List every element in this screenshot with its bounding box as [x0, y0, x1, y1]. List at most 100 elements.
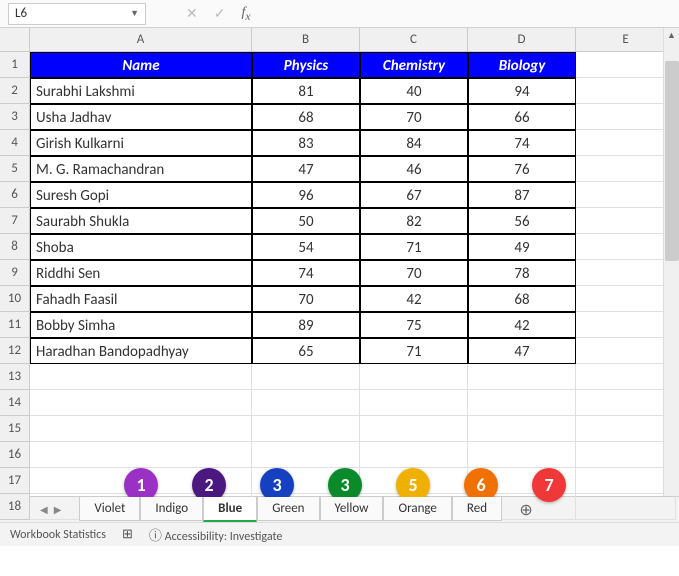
cell-D12[interactable]: 47: [468, 338, 576, 364]
name-box[interactable]: L6 ▼: [8, 3, 146, 25]
sheet-tab-violet[interactable]: Violet: [79, 497, 140, 521]
chevron-down-icon[interactable]: ▼: [130, 8, 139, 19]
cell-D4[interactable]: 74: [468, 130, 576, 156]
cell-C3[interactable]: 70: [360, 104, 468, 130]
cell-B16[interactable]: [252, 442, 360, 468]
cell-B12[interactable]: 65: [252, 338, 360, 364]
cell-B13[interactable]: [252, 364, 360, 390]
cell-E3[interactable]: [576, 104, 676, 130]
cell-B3[interactable]: 68: [252, 104, 360, 130]
cell-D15[interactable]: [468, 416, 576, 442]
cell-A8[interactable]: Shoba: [30, 234, 252, 260]
cell-B5[interactable]: 47: [252, 156, 360, 182]
cell-E4[interactable]: [576, 130, 676, 156]
cell-D5[interactable]: 76: [468, 156, 576, 182]
cell-A1[interactable]: Name: [30, 52, 252, 78]
cell-A4[interactable]: Girish Kulkarni: [30, 130, 252, 156]
column-header-A[interactable]: A: [30, 28, 252, 52]
cell-A5[interactable]: M. G. Ramachandran: [30, 156, 252, 182]
row-header-2[interactable]: 2: [0, 78, 30, 104]
cell-E18[interactable]: [576, 494, 676, 520]
column-header-B[interactable]: B: [252, 28, 360, 52]
display-settings-icon[interactable]: ⊞: [122, 527, 133, 542]
row-header-9[interactable]: 9: [0, 260, 30, 286]
sheet-tab-indigo[interactable]: Indigo: [140, 497, 203, 521]
cell-B9[interactable]: 74: [252, 260, 360, 286]
cell-A13[interactable]: [30, 364, 252, 390]
cell-B6[interactable]: 96: [252, 182, 360, 208]
cell-A10[interactable]: Fahadh Faasil: [30, 286, 252, 312]
workbook-statistics[interactable]: Workbook Statistics: [10, 528, 106, 542]
cell-E2[interactable]: [576, 78, 676, 104]
row-header-17[interactable]: 17: [0, 468, 30, 494]
cell-E12[interactable]: [576, 338, 676, 364]
cell-D2[interactable]: 94: [468, 78, 576, 104]
row-header-8[interactable]: 8: [0, 234, 30, 260]
cell-C15[interactable]: [360, 416, 468, 442]
cell-C1[interactable]: Chemistry: [360, 52, 468, 78]
cell-A11[interactable]: Bobby Simha: [30, 312, 252, 338]
cell-E6[interactable]: [576, 182, 676, 208]
cell-C4[interactable]: 84: [360, 130, 468, 156]
cell-B1[interactable]: Physics: [252, 52, 360, 78]
sheet-tab-green[interactable]: Green: [257, 497, 319, 521]
row-header-12[interactable]: 12: [0, 338, 30, 364]
row-header-4[interactable]: 4: [0, 130, 30, 156]
cell-D7[interactable]: 56: [468, 208, 576, 234]
cell-A16[interactable]: [30, 442, 252, 468]
cell-D8[interactable]: 49: [468, 234, 576, 260]
cell-E11[interactable]: [576, 312, 676, 338]
cell-D3[interactable]: 66: [468, 104, 576, 130]
accessibility-status[interactable]: ⓘ Accessibility: Investigate: [149, 525, 282, 544]
fx-icon[interactable]: fx: [241, 5, 250, 23]
cell-A7[interactable]: Saurabh Shukla: [30, 208, 252, 234]
cell-B2[interactable]: 81: [252, 78, 360, 104]
row-header-11[interactable]: 11: [0, 312, 30, 338]
cell-A6[interactable]: Suresh Gopi: [30, 182, 252, 208]
sheet-tab-red[interactable]: Red: [452, 497, 502, 521]
cell-E9[interactable]: [576, 260, 676, 286]
cell-A9[interactable]: Riddhi Sen: [30, 260, 252, 286]
cell-C14[interactable]: [360, 390, 468, 416]
row-header-1[interactable]: 1: [0, 52, 30, 78]
cell-E1[interactable]: [576, 52, 676, 78]
select-all-corner[interactable]: [0, 28, 30, 52]
row-header-13[interactable]: 13: [0, 364, 30, 390]
cell-C8[interactable]: 71: [360, 234, 468, 260]
cell-C7[interactable]: 82: [360, 208, 468, 234]
cell-E8[interactable]: [576, 234, 676, 260]
row-header-14[interactable]: 14: [0, 390, 30, 416]
cell-D14[interactable]: [468, 390, 576, 416]
cell-B10[interactable]: 70: [252, 286, 360, 312]
cell-D16[interactable]: [468, 442, 576, 468]
cell-D6[interactable]: 87: [468, 182, 576, 208]
cell-A15[interactable]: [30, 416, 252, 442]
column-header-D[interactable]: D: [468, 28, 576, 52]
cell-C2[interactable]: 40: [360, 78, 468, 104]
cell-E7[interactable]: [576, 208, 676, 234]
scroll-thumb[interactable]: [665, 61, 679, 261]
cell-A12[interactable]: Haradhan Bandopadhyay: [30, 338, 252, 364]
cell-C10[interactable]: 42: [360, 286, 468, 312]
row-header-7[interactable]: 7: [0, 208, 30, 234]
cell-E5[interactable]: [576, 156, 676, 182]
vertical-scrollbar[interactable]: ▲: [663, 28, 679, 496]
cell-C11[interactable]: 75: [360, 312, 468, 338]
row-header-3[interactable]: 3: [0, 104, 30, 130]
cell-B14[interactable]: [252, 390, 360, 416]
cell-D1[interactable]: Biology: [468, 52, 576, 78]
cell-C9[interactable]: 70: [360, 260, 468, 286]
cell-C6[interactable]: 67: [360, 182, 468, 208]
cell-C12[interactable]: 71: [360, 338, 468, 364]
cell-E10[interactable]: [576, 286, 676, 312]
row-header-5[interactable]: 5: [0, 156, 30, 182]
cell-D10[interactable]: 68: [468, 286, 576, 312]
cell-C13[interactable]: [360, 364, 468, 390]
scroll-up-icon[interactable]: ▲: [664, 28, 679, 43]
sheet-tab-yellow[interactable]: Yellow: [320, 497, 384, 521]
row-header-16[interactable]: 16: [0, 442, 30, 468]
cell-B15[interactable]: [252, 416, 360, 442]
cell-E17[interactable]: [576, 468, 676, 494]
cell-D9[interactable]: 78: [468, 260, 576, 286]
cell-C16[interactable]: [360, 442, 468, 468]
